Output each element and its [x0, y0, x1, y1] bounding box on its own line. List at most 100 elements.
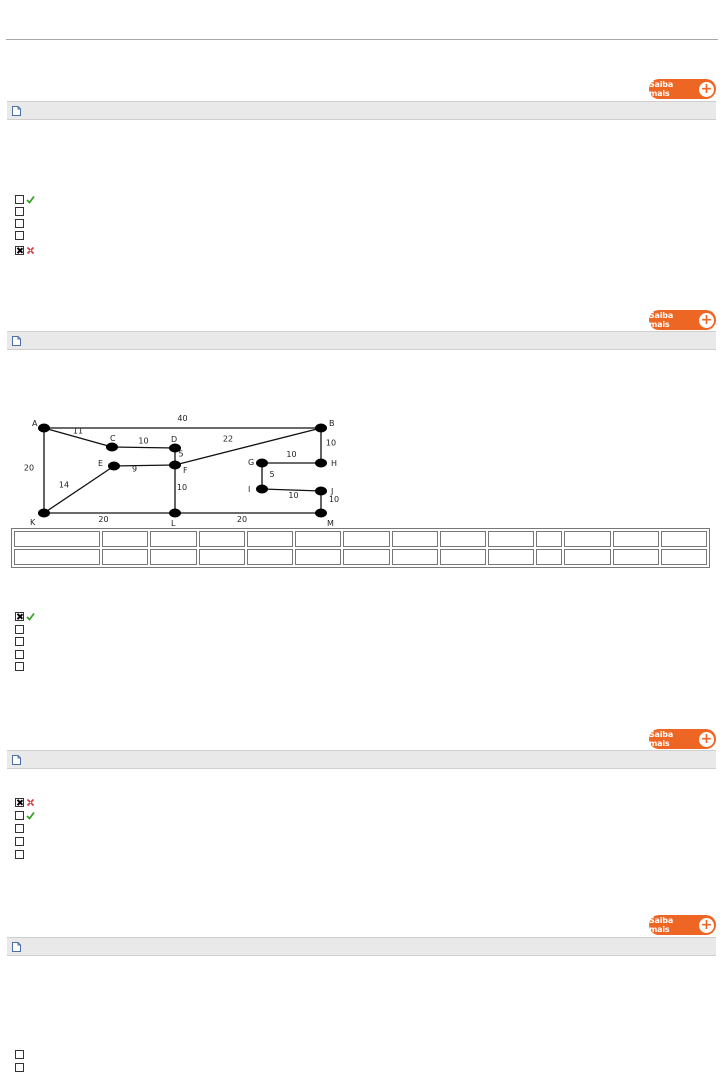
table-cell [343, 531, 390, 547]
graph-node-B [315, 423, 327, 433]
table-cell [14, 531, 100, 547]
table-cell [660, 549, 707, 565]
answer-checkbox-q3-e[interactable] [15, 850, 24, 859]
table-cell [391, 549, 438, 565]
node-label: C [110, 434, 116, 443]
edge-weight-label: 20 [24, 464, 34, 473]
table-cell [246, 549, 293, 565]
incorrect-x-icon [26, 246, 35, 255]
answer-checkbox-q4-a[interactable] [15, 1050, 24, 1059]
table-cell [564, 549, 611, 565]
table-cell [198, 531, 245, 547]
node-label: L [171, 519, 176, 528]
node-label: G [248, 458, 254, 467]
edge-weight-label: 9 [132, 465, 137, 474]
edge-weight-label: 14 [59, 481, 69, 490]
graph-node-F [169, 460, 181, 470]
plus-icon: + [699, 730, 714, 747]
node-label: M [327, 519, 334, 528]
answer-checkbox-q2-c[interactable] [15, 637, 24, 646]
table-cell [150, 531, 197, 547]
edge-weight-label: 10 [138, 437, 148, 446]
graph-edge-E-K [43, 465, 115, 514]
edge-weight-label: 10 [326, 439, 336, 448]
graph-node-D [169, 443, 181, 453]
table-cell [536, 549, 563, 565]
node-label: D [171, 435, 177, 444]
correct-check-icon [26, 195, 35, 204]
saiba-mais-button-q1[interactable]: Saiba mais + [649, 79, 716, 99]
table-row [14, 549, 707, 565]
answer-checkbox-q1-d[interactable] [15, 231, 24, 240]
edge-weight-label: 10 [329, 495, 339, 504]
answer-checkbox-q2-e[interactable] [15, 662, 24, 671]
table-cell [391, 531, 438, 547]
plus-icon: + [699, 916, 714, 933]
saiba-mais-button-q4[interactable]: Saiba mais + [649, 915, 716, 935]
graph-node-C [106, 442, 118, 452]
graph-node-L [169, 508, 181, 518]
saiba-mais-label: Saiba mais [649, 916, 674, 934]
table-cell [150, 549, 197, 565]
table-cell [439, 531, 486, 547]
answer-grid-table [11, 528, 710, 568]
document-icon [12, 106, 21, 116]
weighted-graph: 40112010522 10914 1010510 1020 20A BC DEFG HI JK… [24, 414, 339, 528]
correct-check-icon [26, 811, 35, 820]
question-header-bar-q3 [7, 750, 716, 769]
saiba-mais-button-q3[interactable]: Saiba mais + [649, 729, 716, 749]
answer-checkbox-q2-d[interactable] [15, 650, 24, 659]
answer-checkbox-q1-b[interactable] [15, 207, 24, 216]
answer-checkbox-q2-b[interactable] [15, 625, 24, 634]
table-cell [488, 549, 535, 565]
graph-node-J [315, 486, 327, 496]
node-label: K [30, 518, 36, 527]
question-header-bar-q1 [7, 101, 716, 120]
document-icon [12, 755, 21, 765]
table-cell [612, 549, 659, 565]
saiba-mais-label: Saiba mais [649, 730, 674, 748]
question-header-bar-q4 [7, 937, 716, 956]
answer-checkbox-q3-b[interactable] [15, 811, 24, 820]
table-cell [536, 531, 563, 547]
edge-weight-label: 40 [177, 414, 187, 423]
saiba-mais-button-q2[interactable]: Saiba mais + [649, 310, 716, 330]
node-label: I [248, 485, 250, 494]
graph-node-M [315, 508, 327, 518]
answer-checkbox-q2-a[interactable] [15, 612, 24, 621]
document-icon [12, 942, 21, 952]
graph-node-A [38, 423, 50, 433]
answer-checkbox-q3-c[interactable] [15, 824, 24, 833]
node-label: H [331, 459, 337, 468]
table-cell [246, 531, 293, 547]
answer-checkbox-q1-c[interactable] [15, 219, 24, 228]
correct-check-icon [26, 612, 35, 621]
table-cell [102, 531, 149, 547]
edge-weight-label: 11 [73, 427, 83, 436]
graph-node-G [256, 458, 268, 468]
graph-node-K [38, 508, 50, 518]
table-cell [564, 531, 611, 547]
answer-checkbox-q3-d[interactable] [15, 837, 24, 846]
graph-edge-C-D [111, 446, 176, 449]
question-header-bar-q2 [7, 331, 716, 350]
node-label: B [329, 419, 335, 428]
node-label: F [183, 466, 188, 475]
table-cell [660, 531, 707, 547]
answer-checkbox-q3-a[interactable] [15, 798, 24, 807]
edge-weight-label: 22 [223, 435, 233, 444]
edge-weight-label: 20 [237, 515, 247, 524]
edge-weight-label: 10 [286, 450, 296, 459]
answer-checkbox-q4-b[interactable] [15, 1063, 24, 1072]
edge-weight-label: 10 [177, 483, 187, 492]
table-cell [14, 549, 100, 565]
node-label: J [330, 487, 333, 496]
table-cell [488, 531, 535, 547]
edge-weight-label: 5 [269, 470, 274, 479]
answer-checkbox-q1-a[interactable] [15, 195, 24, 204]
graph-figure: 40 11 20 10 5 22 10 9 14 10 10 5 10 10 20 20 A B C D E F G H I J K… [19, 411, 355, 529]
answer-checkbox-q1-e[interactable] [15, 246, 24, 255]
top-divider [6, 39, 718, 40]
edge-weight-label: 10 [288, 491, 298, 500]
graph-edge-E-F [113, 464, 176, 467]
